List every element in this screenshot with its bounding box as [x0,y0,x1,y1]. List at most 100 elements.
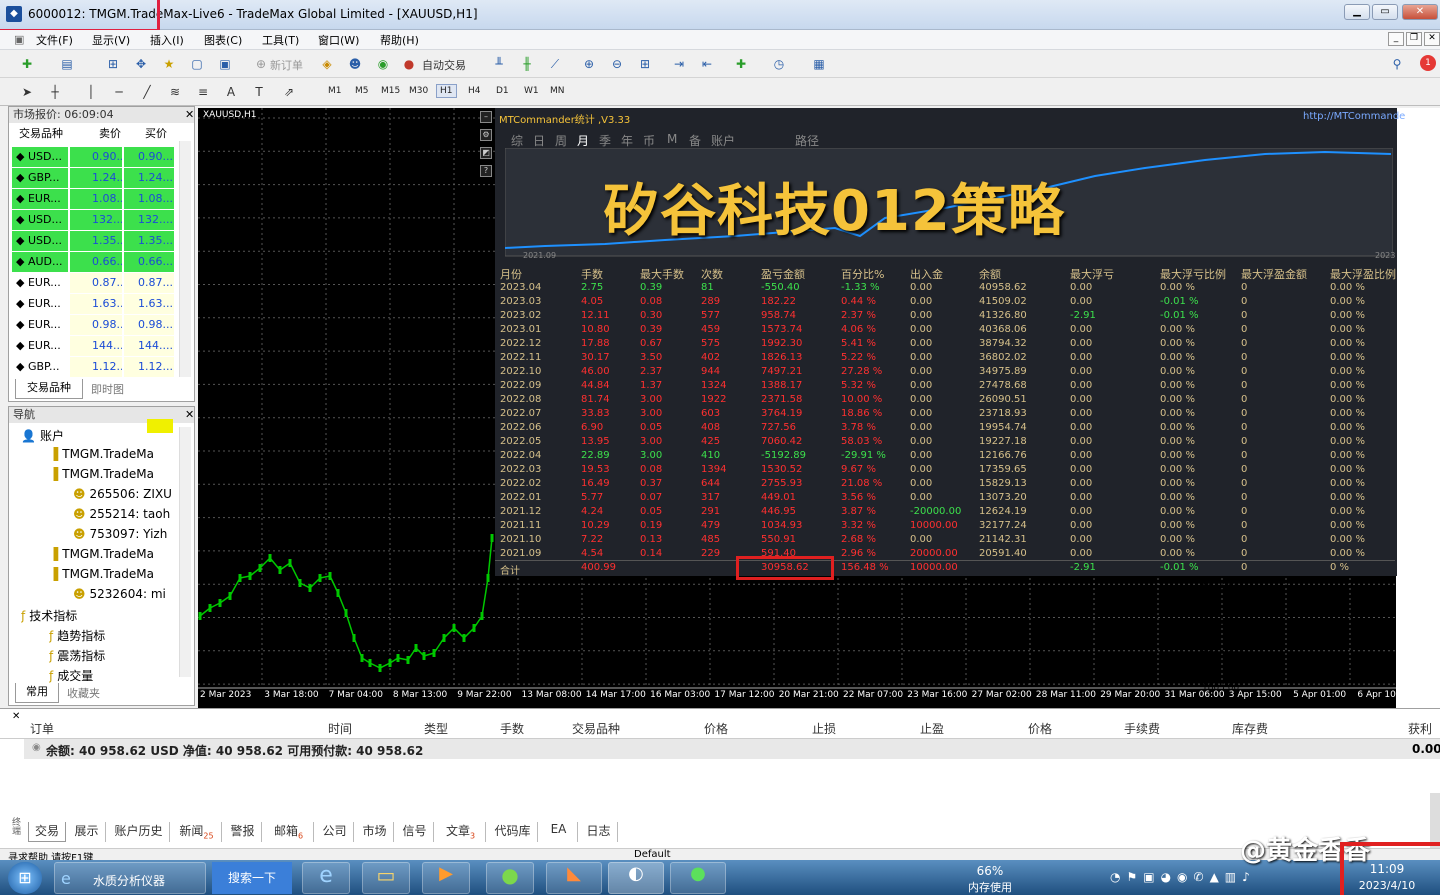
stats-tab[interactable]: 年 [621,132,633,149]
stats-tab[interactable]: 币 [643,132,655,149]
chart-icon[interactable]: ◩ [480,147,492,159]
stats-tab[interactable]: 账户 [711,132,735,149]
close-button[interactable]: ✕ [1402,4,1438,20]
zoom-in-icon[interactable]: ⊕ [580,55,598,73]
navigator-item[interactable]: ☻ 255214: taoh [73,507,175,521]
menu-help[interactable]: 帮助(H) [380,32,419,48]
scrollbar[interactable] [1430,793,1440,849]
strategy-tester-icon[interactable]: ▣ [216,55,234,73]
stats-tab[interactable]: 路径 [795,132,819,149]
new-order-button[interactable]: 新订单 [270,57,303,73]
terminal-tab[interactable]: 警报 [224,822,262,842]
terminal-tab[interactable]: 日志 [580,822,618,842]
zoom-out-icon[interactable]: ⊖ [608,55,626,73]
navigator-item[interactable]: 👤 账户 [21,427,175,444]
terminal-column-header[interactable]: 止损 [812,720,836,737]
market-watch-row[interactable]: ◆ EUR...144....144.... [12,336,177,356]
navigator-item[interactable]: ☻ 265506: ZIXU [73,487,175,501]
vertical-line-icon[interactable]: │ [82,83,100,101]
terminal-column-header[interactable]: 手数 [500,720,524,737]
minimize-icon[interactable]: – [480,111,492,123]
tray-icons[interactable]: ◔⚑▣◕◉✆▲▥♪ [1110,870,1256,884]
horizontal-line-icon[interactable]: ─ [110,83,128,101]
navigator-item[interactable]: ƒ 震荡指标 [49,647,175,664]
ie-taskbar-icon[interactable]: e [302,862,350,894]
col-bid[interactable]: 卖价 [99,125,121,141]
market-watch-row[interactable]: ◆ EUR...0.98...0.98... [12,315,177,335]
terminal-tab[interactable]: 账户历史 [108,822,170,842]
maximize-button[interactable]: ▭ [1372,4,1398,20]
autoscroll-icon[interactable]: ⇥ [670,55,688,73]
stats-tab[interactable]: M [667,132,677,146]
tf-m15[interactable]: M15 [381,86,400,96]
terminal-tab[interactable]: 市场 [356,822,394,842]
terminal-icon[interactable]: ▢ [188,55,206,73]
menu-file[interactable]: 文件(F) [36,32,73,48]
indicators-icon[interactable]: ✚ [732,55,750,73]
crosshair-icon[interactable]: ┼ [46,83,64,101]
stats-tab[interactable]: 日 [533,132,545,149]
terminal-tab[interactable]: EA [540,822,578,842]
tf-mn[interactable]: MN [550,86,565,96]
navigator-item[interactable]: ☻ 5232604: mi [73,587,175,601]
tab-symbols[interactable]: 交易品种 [15,379,83,399]
navigator-item[interactable]: ƒ 技术指标 [21,607,175,624]
navigator-item[interactable]: ☻ 753097: Yizh [73,527,175,541]
tf-h4[interactable]: H4 [468,86,481,96]
mdi-restore-button[interactable]: ❐ [1406,32,1422,46]
channel-icon[interactable]: ≋ [166,83,184,101]
candlestick-icon[interactable]: ╫ [518,55,536,73]
cursor-icon[interactable]: ➤ [18,83,36,101]
navigator-item[interactable]: ▐ TMGM.TradeMa [49,567,175,581]
market-watch-row[interactable]: ◆ AUD...0.66...0.66... [12,252,177,272]
market-watch-row[interactable]: ◆ EUR...1.08...1.08... [12,189,177,209]
terminal-column-header[interactable]: 订单 [30,720,54,737]
market-watch-row[interactable]: ◆ GBP...1.24...1.24... [12,168,177,188]
wechat-icon[interactable]: ● [670,862,726,894]
close-icon[interactable]: ✕ [185,108,194,121]
taskbar-ie-window[interactable]: e 水质分析仪器 [54,862,206,894]
menu-tools[interactable]: 工具(T) [262,32,299,48]
search-button[interactable]: 搜索一下 [212,862,292,894]
help-icon[interactable]: ? [480,165,492,177]
stats-tab[interactable]: 综 [511,132,523,149]
navigator-item[interactable]: ▐ TMGM.TradeMa [49,447,175,461]
new-chart-icon[interactable]: ✚ [18,55,36,73]
market-watch-icon[interactable]: ⊞ [104,55,122,73]
market-watch-row[interactable]: ◆ EUR...0.87...0.87... [12,273,177,293]
auto-trading-button[interactable]: 自动交易 [422,57,466,73]
tf-w1[interactable]: W1 [524,86,539,96]
search-icon[interactable]: ⚲ [1388,55,1406,73]
stats-tab[interactable]: 季 [599,132,611,149]
tf-d1[interactable]: D1 [496,86,509,96]
terminal-column-header[interactable]: 价格 [1028,720,1052,737]
col-ask[interactable]: 买价 [145,125,167,141]
scrollbar[interactable] [179,427,191,677]
scrollbar[interactable] [179,141,191,377]
tile-windows-icon[interactable]: ⊞ [636,55,654,73]
terminal-column-header[interactable]: 止盈 [920,720,944,737]
terminal-tab[interactable]: 交易 [28,822,66,842]
stats-tab[interactable]: 月 [577,132,589,149]
market-watch-row[interactable]: ◆ GBP...1.12...1.12... [12,357,177,377]
mt4-app-icon[interactable]: ◐ [608,862,664,894]
templates-icon[interactable]: ▦ [810,55,828,73]
col-symbol[interactable]: 交易品种 [19,125,63,141]
trendline-icon[interactable]: ╱ [138,83,156,101]
arrows-icon[interactable]: ⇗ [280,83,298,101]
terminal-tab[interactable]: 代码库 [488,822,538,842]
mdi-minimize-button[interactable]: _ [1388,32,1404,46]
navigator-item[interactable]: ▐ TMGM.TradeMa [49,547,175,561]
terminal-column-header[interactable]: 手续费 [1124,720,1160,737]
close-icon[interactable]: ✕ [185,408,194,421]
start-button[interactable]: ⊞ [8,862,42,894]
tf-h1[interactable]: H1 [436,84,457,98]
line-chart-icon[interactable]: ⟋ [546,55,564,73]
market-watch-row[interactable]: ◆ USD...1.35...1.35... [12,231,177,251]
periods-icon[interactable]: ◷ [770,55,788,73]
menu-charts[interactable]: 图表(C) [204,32,242,48]
tf-m1[interactable]: M1 [328,86,342,96]
chart-shift-icon[interactable]: ⇤ [698,55,716,73]
terminal-column-header[interactable]: 库存费 [1232,720,1268,737]
new-order-icon[interactable]: ⊕ [252,55,270,73]
